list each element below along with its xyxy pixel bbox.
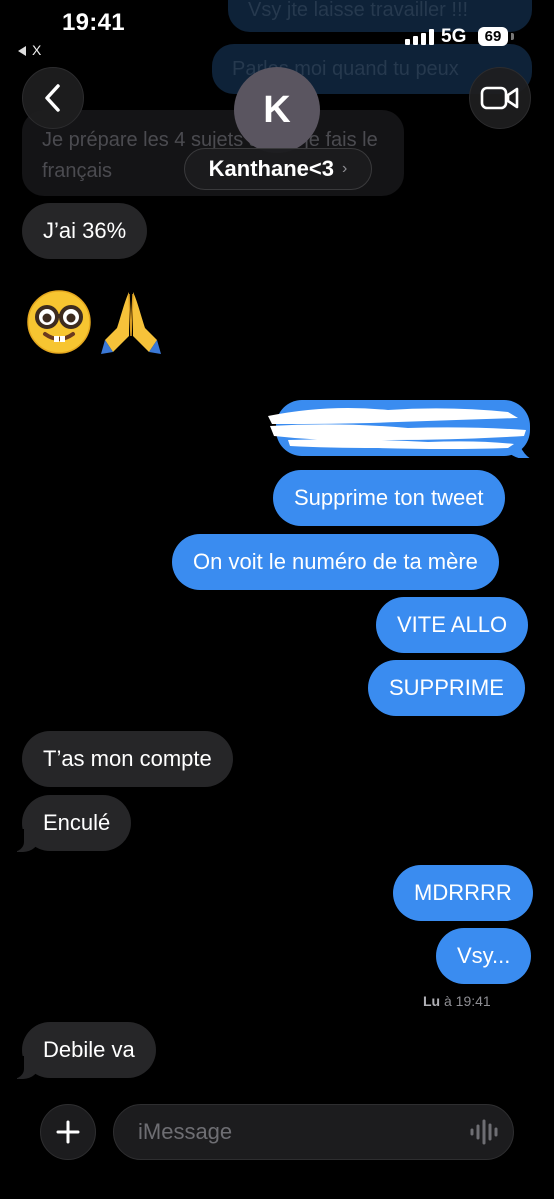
network-type: 5G <box>441 26 467 47</box>
outgoing-message[interactable]: On voit le numéro de ta mère <box>172 534 499 590</box>
back-button[interactable] <box>22 67 84 129</box>
outgoing-message[interactable]: Supprime ton tweet <box>273 470 505 526</box>
waveform-icon[interactable] <box>470 1119 498 1145</box>
folded-hands-emoji-icon[interactable] <box>97 288 165 356</box>
outgoing-message[interactable]: Vsy... <box>436 928 544 985</box>
contact-avatar[interactable]: K <box>234 67 320 153</box>
nerd-face-emoji-icon[interactable] <box>25 288 93 356</box>
message-input[interactable]: iMessage <box>113 1104 514 1160</box>
incoming-message[interactable]: J’ai 36% <box>22 203 148 259</box>
incoming-message[interactable]: T’as mon compte <box>22 731 233 787</box>
redacted-outgoing-message[interactable] <box>268 400 530 458</box>
video-camera-icon <box>480 86 519 110</box>
incoming-message[interactable]: Debile va <box>10 1022 156 1079</box>
outgoing-message[interactable]: SUPPRIME <box>368 660 537 717</box>
back-triangle-icon <box>18 46 26 56</box>
chevron-right-icon: › <box>342 160 348 177</box>
chevron-left-icon <box>45 84 60 112</box>
status-time: 19:41 <box>62 9 125 36</box>
incoming-message[interactable]: Enculé <box>9 795 132 852</box>
battery-tip <box>511 33 514 40</box>
contact-name: Kanthane<3 <box>208 156 334 181</box>
read-receipt: Lu à 19:41 <box>423 993 491 1009</box>
contact-name-button[interactable]: Kanthane<3 › <box>184 148 372 190</box>
cellular-signal-icon <box>405 29 435 45</box>
outgoing-message[interactable]: MDRRRR <box>393 865 533 921</box>
battery-icon: 69 <box>478 27 508 46</box>
facetime-button[interactable] <box>469 67 531 129</box>
back-to-app[interactable]: X <box>18 42 41 58</box>
outgoing-message[interactable]: VITE ALLO <box>376 597 529 653</box>
apps-plus-button[interactable] <box>40 1104 96 1160</box>
plus-icon <box>56 1120 80 1144</box>
